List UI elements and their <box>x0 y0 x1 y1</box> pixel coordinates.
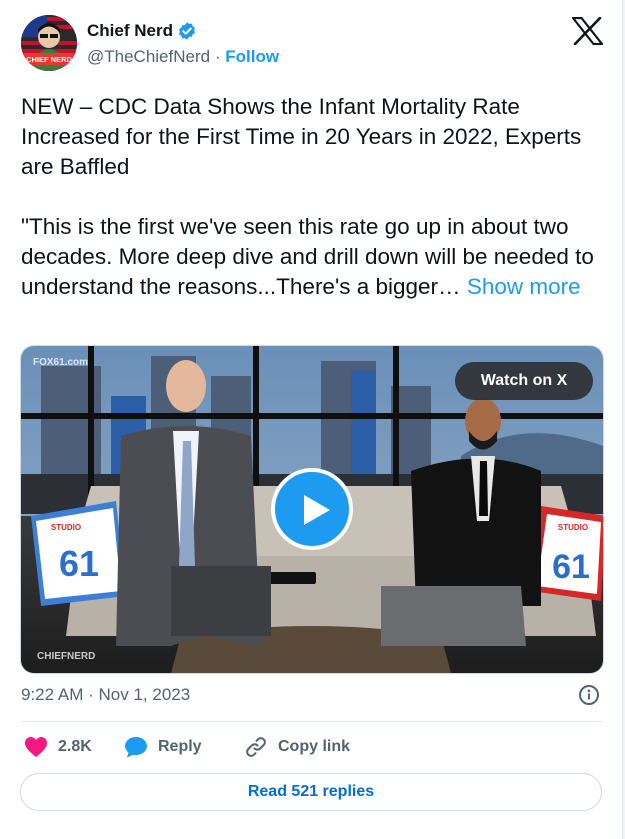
tweet-date: Nov 1, 2023 <box>98 685 191 704</box>
studio-pillow-right-number: 61 <box>552 548 590 586</box>
author-name[interactable]: Chief Nerd <box>87 21 173 41</box>
like-button[interactable]: 2.8K <box>24 736 124 758</box>
tweet-card: CHIEF NERD Chief Nerd @TheChiefNerd · Fo… <box>0 0 623 839</box>
credit-watermark: CHIEFNERD <box>37 651 95 662</box>
author-name-row: Chief Nerd <box>87 21 197 41</box>
channel-watermark: FOX61.com <box>33 357 88 368</box>
play-button[interactable] <box>271 468 353 550</box>
author-handle[interactable]: @TheChiefNerd <box>87 47 210 66</box>
reply-bubble-icon <box>125 737 147 758</box>
play-icon <box>304 495 330 525</box>
handle-separator: · <box>214 47 221 66</box>
copy-link-label: Copy link <box>278 738 351 755</box>
heart-icon <box>25 737 47 757</box>
x-logo-icon[interactable] <box>572 17 603 45</box>
tweet-timestamp[interactable]: 9:22 AM · Nov 1, 2023 <box>21 685 190 705</box>
read-replies-label: Read 521 replies <box>247 783 375 800</box>
watch-on-x-button[interactable]: Watch on X <box>455 362 593 400</box>
video-player[interactable]: 61 STUDIO 61 STUDIO FOX61.com CHIEFNERD … <box>20 345 604 674</box>
reply-label: Reply <box>158 738 202 755</box>
action-bar: 2.8K Reply Copy link <box>24 735 350 759</box>
avatar[interactable]: CHIEF NERD <box>21 15 77 71</box>
timestamp-separator: · <box>88 685 94 704</box>
read-replies-button[interactable]: Read 521 replies <box>20 773 602 811</box>
show-more-link[interactable]: Show more <box>467 274 581 299</box>
copy-link-button[interactable]: Copy link <box>244 735 350 759</box>
like-count: 2.8K <box>58 738 92 755</box>
tweet-body: NEW – CDC Data Shows the Infant Mortalit… <box>21 94 594 299</box>
watch-on-x-label: Watch on X <box>480 372 568 389</box>
divider <box>21 721 603 722</box>
avatar-image: CHIEF NERD <box>21 15 77 71</box>
studio-pillow-left-label: STUDIO <box>51 523 81 532</box>
studio-pillow-left-number: 61 <box>59 543 99 584</box>
avatar-text: CHIEF NERD <box>26 55 72 64</box>
follow-button[interactable]: Follow <box>225 47 279 66</box>
tweet-text: NEW – CDC Data Shows the Infant Mortalit… <box>21 92 606 302</box>
reply-button[interactable]: Reply <box>124 736 244 758</box>
studio-pillow-right-label: STUDIO <box>558 523 588 532</box>
author-handle-row: @TheChiefNerd · Follow <box>87 47 279 67</box>
info-icon[interactable] <box>578 684 600 706</box>
tweet-time: 9:22 AM <box>21 685 84 704</box>
verified-badge-icon <box>179 22 195 40</box>
link-icon <box>246 737 266 757</box>
